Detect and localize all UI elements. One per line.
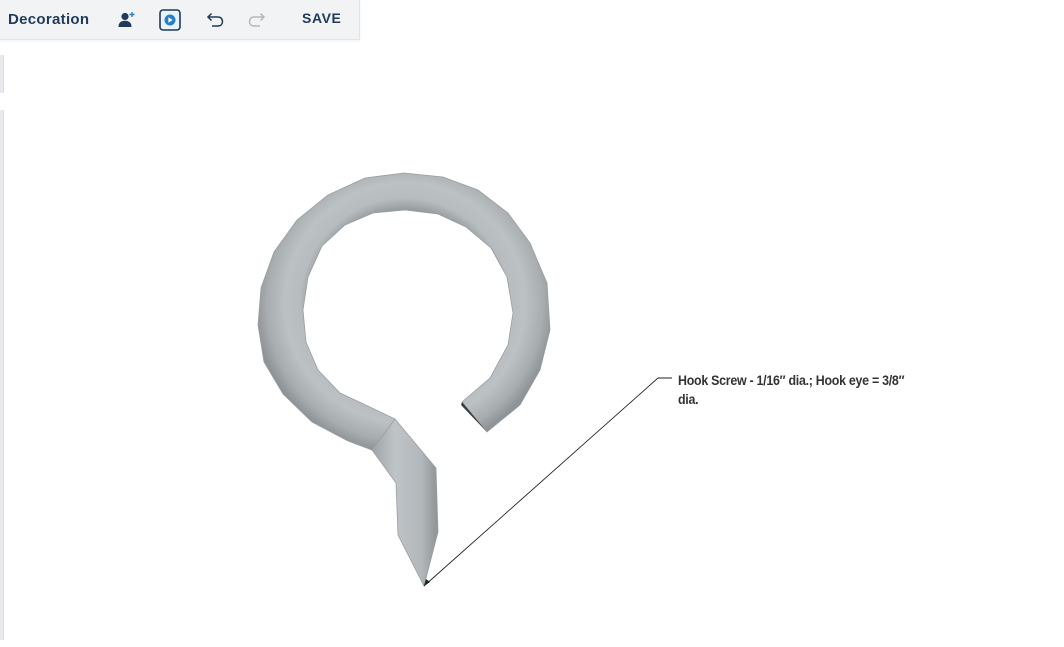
model-canvas[interactable] [0, 0, 1064, 647]
redo-icon [248, 12, 266, 27]
hook-screw-shank[interactable] [371, 418, 439, 588]
top-toolbar: Decoration SAVE [0, 0, 360, 40]
left-panel-handle-main[interactable] [0, 110, 4, 640]
model-title: Decoration [8, 11, 90, 28]
add-user-icon [118, 12, 135, 27]
callout-leader-line [423, 377, 672, 587]
add-collaborator-button[interactable] [113, 7, 139, 33]
save-button[interactable]: SAVE [302, 10, 342, 26]
redo-button[interactable] [245, 7, 271, 33]
dimension-callout-text: Hook Screw - 1/16″ dia.; Hook eye = 3/8″… [678, 373, 905, 407]
undo-button[interactable] [201, 7, 227, 33]
undo-icon [206, 12, 224, 27]
play-icon [159, 9, 181, 31]
viewport[interactable]: Hook Screw - 1/16″ dia.; Hook eye = 3/8″… [0, 0, 1064, 647]
hook-eye-ring[interactable] [257, 172, 551, 451]
play-button[interactable] [157, 7, 183, 33]
left-panel-handle-top[interactable] [0, 55, 4, 93]
